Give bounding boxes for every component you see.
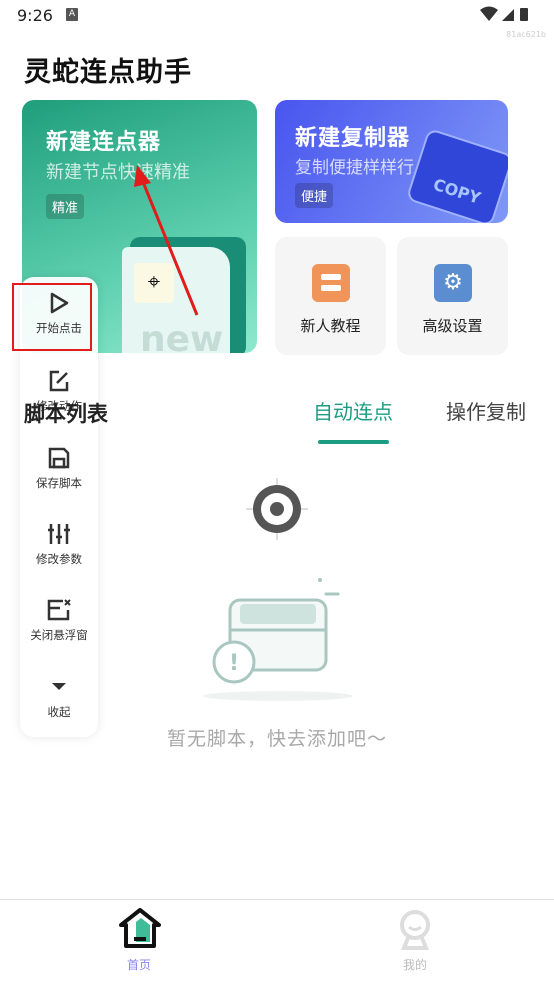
edit-action-button[interactable]: 修改动作 bbox=[20, 369, 98, 414]
caret-down-icon bbox=[52, 683, 66, 690]
nav-home[interactable]: 首页 bbox=[109, 900, 169, 985]
sliders-icon bbox=[48, 524, 70, 544]
status-time: 9:26 bbox=[17, 6, 53, 25]
new-copier-card[interactable]: COPY 新建复制器 复制便捷样样行 便捷 bbox=[275, 100, 508, 223]
target-icon[interactable] bbox=[244, 476, 310, 542]
empty-box-illustration: ! bbox=[203, 578, 353, 701]
card-subtitle: 复制便捷样样行 bbox=[295, 158, 414, 178]
annotation-arrow bbox=[134, 165, 199, 316]
nav-mine-label: 我的 bbox=[402, 958, 427, 972]
tutorial-label: 新人教程 bbox=[300, 317, 361, 335]
tab-auto-click[interactable]: 自动连点 bbox=[313, 396, 393, 425]
tab-indicator bbox=[318, 440, 389, 444]
app-title: 灵蛇连点助手 bbox=[24, 57, 192, 88]
battery-charging-icon bbox=[520, 8, 528, 21]
panel-label: 保存脚本 bbox=[36, 476, 82, 490]
highlight-box bbox=[12, 283, 92, 351]
signal-icon bbox=[502, 9, 514, 21]
gear-icon: ⚙ bbox=[434, 264, 472, 302]
card-title: 新建复制器 bbox=[295, 126, 411, 151]
edit-params-button[interactable]: 修改参数 bbox=[20, 522, 98, 567]
card-tag: 便捷 bbox=[295, 183, 334, 208]
settings-button[interactable]: ⚙ 高级设置 bbox=[397, 237, 508, 355]
illustration-text: COPY bbox=[430, 174, 484, 208]
close-float-button[interactable]: 关闭悬浮窗 bbox=[20, 598, 98, 643]
nav-mine[interactable]: 我的 bbox=[385, 900, 445, 985]
tutorial-icon bbox=[312, 264, 350, 302]
collapse-button[interactable]: 收起 bbox=[20, 682, 98, 720]
panel-label: 修改动作 bbox=[36, 399, 82, 413]
panel-label: 收起 bbox=[47, 705, 71, 719]
status-bar: 9:26 A bbox=[0, 0, 554, 32]
bottom-nav: 首页 我的 bbox=[0, 899, 554, 984]
tab-operation-copy[interactable]: 操作复制 bbox=[446, 396, 526, 425]
panel-label: 关闭悬浮窗 bbox=[30, 628, 88, 642]
save-script-button[interactable]: 保存脚本 bbox=[20, 446, 98, 491]
wifi-icon bbox=[480, 6, 498, 21]
home-icon bbox=[119, 908, 161, 948]
tutorial-button[interactable]: 新人教程 bbox=[275, 237, 386, 355]
status-icons bbox=[480, 6, 528, 21]
profile-icon bbox=[400, 910, 430, 950]
notification-icon: A bbox=[66, 8, 78, 21]
nav-home-label: 首页 bbox=[126, 958, 151, 972]
build-id: 81ac621b bbox=[506, 30, 546, 39]
close-window-icon bbox=[47, 599, 71, 621]
edit-icon bbox=[49, 370, 69, 392]
card-tag: 精准 bbox=[46, 194, 85, 219]
panel-label: 修改参数 bbox=[36, 552, 82, 566]
phone-illustration: COPY bbox=[405, 127, 508, 223]
save-icon bbox=[48, 447, 70, 469]
settings-label: 高级设置 bbox=[422, 317, 483, 335]
svg-text:!: ! bbox=[229, 651, 239, 676]
card-title: 新建连点器 bbox=[46, 130, 162, 155]
